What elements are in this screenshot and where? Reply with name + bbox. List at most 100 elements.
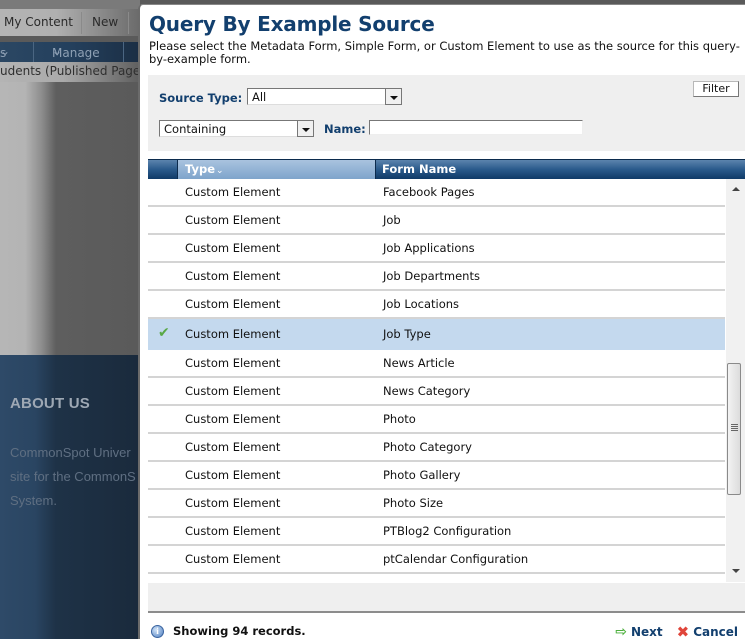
match-mode-select[interactable]: Containing [159, 120, 314, 137]
cell-form-name: Photo Gallery [383, 468, 461, 482]
cell-form-name: Job [383, 213, 401, 227]
background-overlay [0, 82, 140, 355]
cell-form-name: PTBlog2 Configuration [383, 524, 512, 538]
source-type-select[interactable]: All [247, 88, 402, 105]
cell-type: Custom Element [185, 440, 281, 454]
background-footer: ABOUT US CommonSpot Univer site for the … [0, 355, 140, 639]
table-row[interactable]: ✔ Custom Element Job Type [148, 319, 725, 350]
table-row[interactable]: Custom Element Photo [148, 406, 725, 434]
cancel-button[interactable]: ✖ Cancel [677, 623, 738, 639]
cell-type: Custom Element [185, 297, 281, 311]
grid-header: Type⌄ Form Name [148, 159, 745, 179]
nav-item-partial: s ⌄ [0, 44, 11, 60]
cell-form-name: News Category [383, 384, 471, 398]
cell-form-name: ptCalendar Configuration [383, 552, 529, 566]
table-row[interactable]: Custom Element Job Locations [148, 291, 725, 319]
table-row[interactable]: Custom Element Facebook Pages [148, 179, 725, 207]
filter-panel: Filter Source Type: All Containing Name: [148, 75, 745, 151]
forms-grid: Type⌄ Form Name Custom Element Facebook P… [148, 159, 745, 582]
source-type-value: All [252, 90, 267, 104]
grid-footer-panel [148, 583, 745, 613]
scroll-up-arrow-icon[interactable] [726, 181, 745, 197]
cell-type: Custom Element [185, 213, 281, 227]
cell-type: Custom Element [185, 185, 281, 199]
nav-manage-label: Manage [52, 46, 100, 60]
cell-form-name: Photo Size [383, 496, 444, 510]
background-top-strip [0, 0, 140, 9]
name-input[interactable] [369, 120, 583, 135]
cell-form-name: Photo [383, 412, 416, 426]
footer-line: System. [10, 493, 57, 508]
chevron-down-icon[interactable] [297, 120, 314, 137]
records-count: Showing 94 records. [173, 624, 306, 638]
chevron-down-icon[interactable] [385, 88, 402, 105]
cancel-label: Cancel [693, 625, 738, 639]
cell-form-name: Job Applications [383, 241, 475, 255]
arrow-right-icon: ⇨ [615, 624, 627, 639]
nav-separator [33, 42, 34, 62]
table-row[interactable]: Custom Element Photo Size [148, 490, 725, 518]
checkmark-icon: ✔ [158, 325, 170, 341]
dialog-actions: ⇨ Next ✖ Cancel [615, 623, 738, 639]
cell-form-name: Facebook Pages [383, 185, 475, 199]
nav-my-content: My Content [4, 15, 73, 29]
cell-type: Custom Element [185, 241, 281, 255]
nav-separator [81, 12, 82, 34]
table-row[interactable]: Custom Element News Category [148, 378, 725, 406]
nav-separator [128, 12, 129, 34]
table-row[interactable]: Custom Element Job Departments [148, 263, 725, 291]
cell-form-name: Job Departments [383, 269, 480, 283]
footer-line: CommonSpot Univer [10, 445, 131, 460]
column-header-type[interactable]: Type⌄ [178, 160, 376, 179]
status-bar: i Showing 94 records. [151, 624, 306, 638]
table-row[interactable]: Custom Element ptCalendar Configuration [148, 546, 725, 574]
nav-manage: Manage ⌄ [52, 44, 100, 60]
info-icon: i [151, 624, 164, 638]
grid-body: Custom Element Facebook Pages Custom Eleme… [148, 179, 725, 582]
cell-type: Custom Element [185, 524, 281, 538]
table-row[interactable]: Custom Element Photo Category [148, 434, 725, 462]
background-page: My Content New s ⌄ Manage ⌄ udents (Publ… [0, 0, 140, 639]
footer-line: site for the CommonS [10, 469, 136, 484]
table-row[interactable]: Custom Element Job [148, 207, 725, 235]
scrollbar-thumb[interactable] [727, 363, 741, 495]
x-icon: ✖ [676, 623, 690, 639]
query-by-example-dialog: Query By Example Source Please select th… [138, 4, 745, 639]
grid-scrollbar[interactable] [726, 179, 745, 582]
cell-type: Custom Element [185, 552, 281, 566]
table-row[interactable]: Custom Element News Article [148, 350, 725, 378]
filter-button[interactable]: Filter [693, 81, 739, 97]
table-row[interactable]: Custom Element Job Applications [148, 235, 725, 263]
sort-chevron-icon: ⌄ [216, 166, 224, 176]
nav-separator [123, 42, 124, 62]
match-mode-value: Containing [164, 122, 227, 136]
table-row[interactable]: Custom Element PTBlog2 Configuration [148, 518, 725, 546]
footer-text: CommonSpot Univer site for the CommonS S… [10, 441, 140, 513]
cell-type: Custom Element [185, 412, 281, 426]
cell-type: Custom Element [185, 384, 281, 398]
cell-form-name: Job Type [383, 327, 431, 341]
column-header-type-label: Type [185, 162, 216, 176]
cell-form-name: Photo Category [383, 440, 472, 454]
header-select-column [148, 160, 178, 179]
nav-item-partial-label: s [0, 46, 7, 60]
cell-type: Custom Element [185, 327, 281, 341]
cell-form-name: Job Locations [383, 297, 460, 311]
next-button[interactable]: ⇨ Next [615, 624, 662, 639]
background-breadcrumb: udents (Published Page - [0, 62, 140, 82]
cell-form-name: News Article [383, 356, 455, 370]
cell-type: Custom Element [185, 269, 281, 283]
dialog-description: Please select the Metadata Form, Simple … [149, 39, 740, 66]
cell-type: Custom Element [185, 496, 281, 510]
cell-type: Custom Element [185, 468, 281, 482]
column-header-form-name[interactable]: Form Name [377, 160, 745, 179]
background-second-nav: s ⌄ Manage ⌄ [0, 42, 140, 62]
cell-type: Custom Element [185, 356, 281, 370]
next-label: Next [630, 625, 663, 639]
scroll-down-arrow-icon[interactable] [726, 563, 745, 579]
background-top-nav: My Content New [0, 9, 140, 36]
nav-new: New [92, 15, 119, 29]
table-row[interactable]: Custom Element Photo Gallery [148, 462, 725, 490]
footer-heading: ABOUT US [10, 395, 90, 412]
source-type-label: Source Type: [159, 91, 243, 105]
